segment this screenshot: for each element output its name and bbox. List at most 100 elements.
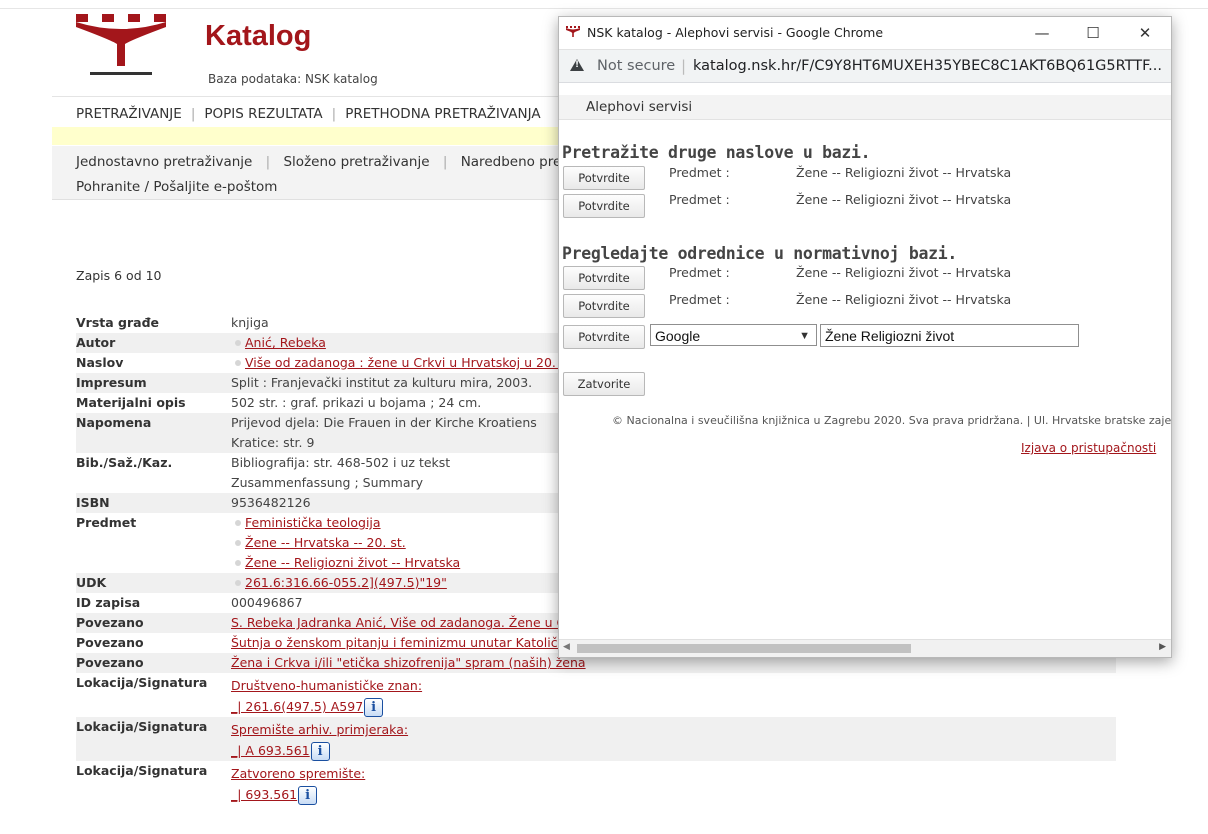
window-titlebar[interactable]: NSK katalog - Alephovi servisi - Google …	[559, 17, 1171, 50]
field-label: Vrsta građe	[76, 315, 160, 330]
field-label: Lokacija/Signatura	[76, 719, 208, 734]
bullet-icon	[235, 520, 241, 526]
bullet-icon	[235, 360, 241, 366]
info-icon[interactable]: i	[364, 698, 384, 717]
confirm-button[interactable]: Potvrdite	[563, 266, 645, 290]
url-host: katalog.nsk.hr	[693, 58, 797, 74]
warning-icon[interactable]	[570, 59, 584, 71]
scrollbar-thumb[interactable]	[577, 644, 911, 653]
location-link[interactable]: Društveno-humanističke znan:	[231, 678, 422, 693]
field-label: Impresum	[76, 375, 147, 390]
window-title: NSK katalog - Alephovi servisi - Google …	[587, 25, 884, 40]
signature-link[interactable]: _| A 693.561	[231, 743, 310, 758]
close-window-button[interactable]: ✕	[1133, 22, 1157, 44]
nav-separator: |	[331, 106, 337, 122]
title-link[interactable]: Više od zadanoga : žene u Crkvi u Hrvats…	[245, 355, 608, 370]
nsk-logo-icon	[76, 14, 166, 75]
nsk-favicon-icon	[566, 26, 580, 37]
related-link[interactable]: Šutnja o ženskom pitanju i feminizmu unu…	[231, 635, 610, 650]
field-label: Napomena	[76, 415, 152, 430]
field-label	[76, 534, 231, 535]
address-separator: |	[681, 57, 687, 75]
field-label: Lokacija/Signatura	[76, 763, 208, 778]
address-bar[interactable]: Not secure | katalog.nsk.hr/F/C9Y8HT6MUX…	[559, 50, 1171, 83]
subject-label: Predmet :	[669, 292, 730, 307]
subject-value: Žene -- Religiozni život -- Hrvatska	[796, 165, 1012, 180]
field-label	[76, 434, 231, 435]
bullet-icon	[235, 340, 241, 346]
sub-nav: Jednostavno pretraživanje | Složeno pret…	[52, 146, 628, 200]
scroll-left-icon[interactable]: ◀	[563, 642, 570, 652]
subject-value: Žene -- Religiozni život -- Hrvatska	[796, 292, 1012, 307]
info-icon[interactable]: i	[298, 786, 318, 805]
section-title-authority: Pregledajte odrednice u normativnoj bazi…	[562, 244, 957, 263]
section-title-search: Pretražite druge naslove u bazi.	[562, 143, 871, 162]
subject-link[interactable]: Feministička teologija	[245, 515, 381, 530]
app-title: Katalog	[205, 20, 312, 52]
signature-link[interactable]: _| 261.6(497.5) A597	[231, 699, 363, 714]
search-text-input[interactable]: Žene Religiozni život	[820, 324, 1079, 347]
field-label: UDK	[76, 575, 107, 590]
confirm-button[interactable]: Potvrdite	[563, 294, 645, 318]
subject-label: Predmet :	[669, 165, 730, 180]
location-row: Lokacija/Signatura Spremište arhiv. prim…	[76, 717, 1116, 761]
nav-separator: |	[265, 154, 271, 170]
field-label: Naslov	[76, 355, 124, 370]
location-row: Lokacija/Signatura Društveno-humanističk…	[76, 673, 1116, 717]
bullet-icon	[235, 560, 241, 566]
field-label: Lokacija/Signatura	[76, 675, 208, 690]
subject-link[interactable]: Žene -- Religiozni život -- Hrvatska	[245, 555, 460, 570]
close-button[interactable]: Zatvorite	[563, 372, 645, 396]
author-link[interactable]: Anić, Rebeka	[245, 335, 326, 350]
confirm-button[interactable]: Potvrdite	[563, 166, 645, 190]
related-link[interactable]: Žena i Crkva i/ili "etička shizofrenija"…	[231, 655, 586, 670]
nav-separator: |	[190, 106, 196, 122]
scroll-right-icon[interactable]: ▶	[1159, 642, 1166, 652]
signature-link[interactable]: _| 693.561	[231, 787, 297, 802]
copyright-text: © Nacionalna i sveučilišna knjižnica u Z…	[612, 414, 1172, 427]
field-label	[76, 474, 231, 475]
chevron-down-icon: ▼	[799, 330, 810, 342]
accessibility-link[interactable]: Izjava o pristupačnosti	[1021, 441, 1156, 455]
field-label: Autor	[76, 335, 116, 350]
horizontal-scrollbar[interactable]: ◀ ▶	[559, 639, 1171, 657]
subject-value: Žene -- Religiozni život -- Hrvatska	[796, 192, 1012, 207]
field-label: Povezano	[76, 655, 144, 670]
udc-link[interactable]: 261.6:316.66-055.2](497.5)"19"	[245, 575, 447, 590]
field-label: Povezano	[76, 615, 144, 630]
search-engine-select[interactable]: Google ▼	[650, 324, 817, 346]
services-title: Alephovi servisi	[586, 99, 693, 115]
confirm-button[interactable]: Potvrdite	[563, 325, 645, 349]
info-icon[interactable]: i	[310, 742, 330, 761]
location-row: Lokacija/Signatura Zatvoreno spremište: …	[76, 761, 1116, 805]
subnav-advanced-search[interactable]: Složeno pretraživanje	[283, 154, 429, 170]
url-path: /F/C9Y8HT6MUXEH35YBEC8C1AKT6BQ61G5RTTF..…	[796, 58, 1162, 74]
nav-previous-searches[interactable]: PRETHODNA PRETRAŽIVANJA	[345, 106, 540, 122]
save-email-link[interactable]: Pohranite / Pošaljite e-poštom	[76, 179, 277, 195]
field-label: ID zapisa	[76, 595, 141, 610]
maximize-button[interactable]: ☐	[1081, 22, 1105, 44]
nav-separator: |	[442, 154, 448, 170]
bullet-icon	[235, 540, 241, 546]
subject-value: Žene -- Religiozni život -- Hrvatska	[796, 265, 1012, 280]
confirm-button[interactable]: Potvrdite	[563, 194, 645, 218]
minimize-button[interactable]: —	[1030, 22, 1054, 44]
field-label: ISBN	[76, 495, 110, 510]
message-bar	[52, 127, 592, 145]
location-link[interactable]: Spremište arhiv. primjeraka:	[231, 722, 408, 737]
field-label	[76, 554, 231, 555]
record-count: Zapis 6 od 10	[76, 268, 162, 283]
nav-search[interactable]: PRETRAŽIVANJE	[52, 106, 182, 122]
field-label: Povezano	[76, 635, 144, 650]
select-value: Google	[655, 328, 701, 344]
url-text[interactable]: katalog.nsk.hr/F/C9Y8HT6MUXEH35YBEC8C1AK…	[693, 58, 1162, 74]
location-link[interactable]: Zatvoreno spremište:	[231, 766, 365, 781]
subject-label: Predmet :	[669, 192, 730, 207]
subject-label: Predmet :	[669, 265, 730, 280]
nav-results-list[interactable]: POPIS REZULTATA	[204, 106, 322, 122]
field-label: Bib./Saž./Kaz.	[76, 455, 173, 470]
subject-link[interactable]: Žene -- Hrvatska -- 20. st.	[245, 535, 406, 550]
subnav-simple-search[interactable]: Jednostavno pretraživanje	[76, 154, 252, 170]
field-label: Predmet	[76, 515, 137, 530]
security-status[interactable]: Not secure	[597, 58, 675, 74]
